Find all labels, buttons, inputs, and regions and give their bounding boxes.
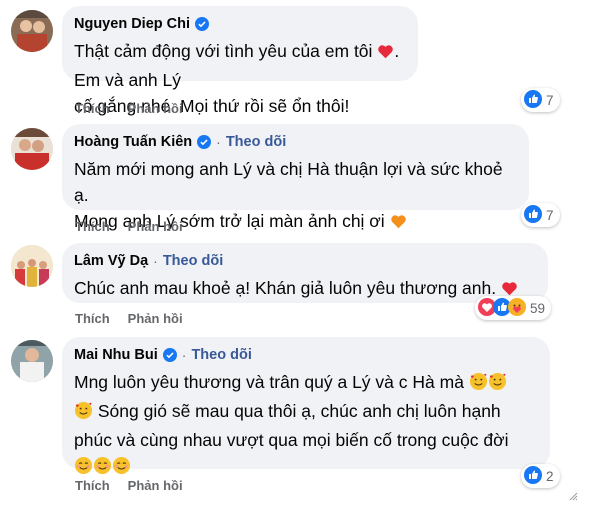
follow-button[interactable]: Theo dõi bbox=[191, 347, 251, 363]
separator-dot: · bbox=[216, 134, 221, 150]
comment-bubble: Lâm Vỹ Dạ · Theo dõi Chúc anh mau khoẻ ạ… bbox=[62, 243, 548, 303]
like-button[interactable]: Thích bbox=[75, 311, 110, 326]
smiling-hearts-icon bbox=[74, 401, 93, 427]
comment-bubble: Mai Nhu Bui · Theo dõi Mng luôn yêu thươ… bbox=[62, 337, 550, 475]
follow-button[interactable]: Theo dõi bbox=[226, 134, 286, 150]
like-icon bbox=[524, 465, 542, 487]
smiling-hearts-icon bbox=[469, 372, 488, 398]
avatar[interactable] bbox=[11, 340, 53, 382]
reaction-summary[interactable]: 59 bbox=[475, 296, 552, 320]
comment-actions: Thích Phản hồi bbox=[75, 101, 183, 116]
commenter-name[interactable]: Nguyen Diep Chi bbox=[74, 16, 190, 32]
verified-badge-icon bbox=[197, 135, 212, 149]
verified-badge-icon bbox=[195, 17, 210, 31]
comment-text: Mng luôn yêu thương và trân quý a Lý và … bbox=[74, 369, 538, 482]
commenter-name[interactable]: Lâm Vỹ Dạ bbox=[74, 253, 148, 269]
comment-bubble: Hoàng Tuấn Kiên · Theo dõi Năm mới mong … bbox=[62, 124, 529, 231]
avatar[interactable] bbox=[11, 245, 53, 287]
reply-button[interactable]: Phản hồi bbox=[128, 311, 183, 326]
reaction-summary[interactable]: 7 bbox=[521, 203, 560, 227]
commenter-name[interactable]: Hoàng Tuấn Kiên bbox=[74, 134, 192, 150]
comment-actions: Thích Phản hồi bbox=[75, 219, 183, 234]
reply-button[interactable]: Phản hồi bbox=[128, 101, 183, 116]
avatar[interactable] bbox=[11, 10, 53, 52]
comment-actions: Thích Phản hồi bbox=[75, 311, 183, 326]
comment-actions: Thích Phản hồi bbox=[75, 478, 183, 493]
reply-button[interactable]: Phản hồi bbox=[128, 478, 183, 493]
comment-text: Chúc anh mau khoẻ ạ! Khán giả luôn yêu t… bbox=[74, 275, 536, 304]
comment-bubble: Nguyen Diep Chi Thật cảm động với tình y… bbox=[62, 6, 418, 116]
reaction-summary[interactable]: 7 bbox=[521, 88, 560, 112]
separator-dot: · bbox=[153, 253, 158, 269]
verified-badge-icon bbox=[162, 348, 177, 362]
like-button[interactable]: Thích bbox=[75, 478, 110, 493]
commenter-name[interactable]: Mai Nhu Bui bbox=[74, 347, 158, 363]
like-icon bbox=[524, 89, 542, 111]
follow-button[interactable]: Theo dõi bbox=[163, 253, 223, 269]
reply-button[interactable]: Phản hồi bbox=[128, 219, 183, 234]
separator-dot: · bbox=[181, 347, 187, 363]
like-button[interactable]: Thích bbox=[75, 219, 110, 234]
care-icon bbox=[508, 297, 526, 319]
red-heart-icon bbox=[377, 41, 394, 67]
orange-heart-icon bbox=[390, 211, 407, 237]
reaction-summary[interactable]: 2 bbox=[521, 464, 560, 488]
avatar[interactable] bbox=[11, 128, 53, 170]
smiling-hearts-icon bbox=[488, 372, 507, 398]
resize-handle-icon[interactable] bbox=[569, 488, 578, 501]
like-button[interactable]: Thích bbox=[75, 101, 110, 116]
like-icon bbox=[524, 204, 542, 226]
